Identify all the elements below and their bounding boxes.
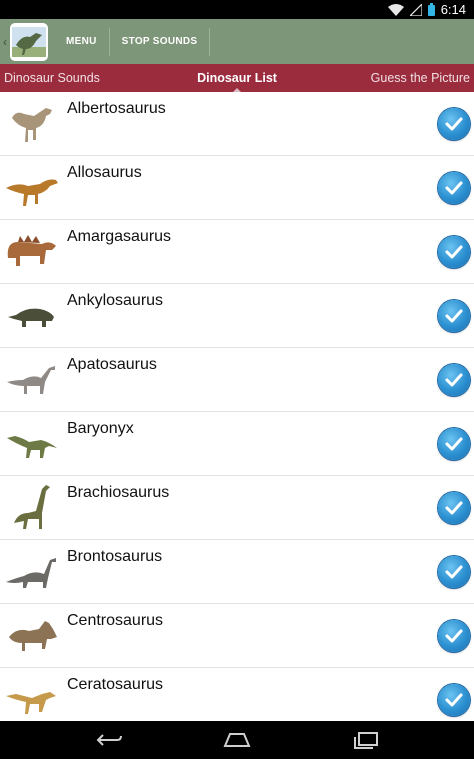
ankylosaurus-image — [4, 290, 60, 342]
ceratosaurus-image — [4, 674, 60, 721]
list-item[interactable]: Ceratosaurus — [0, 668, 474, 721]
list-item[interactable]: Amargasaurus — [0, 220, 474, 284]
dinosaur-name: Baryonyx — [67, 420, 134, 437]
dinosaur-name: Albertosaurus — [67, 100, 166, 117]
checkbox-checked-icon[interactable] — [438, 172, 470, 204]
checkbox-checked-icon[interactable] — [438, 300, 470, 332]
up-caret-icon[interactable]: ‹ — [0, 19, 10, 64]
battery-icon — [427, 3, 435, 16]
allosaurus-image — [4, 162, 60, 214]
list-item[interactable]: Baryonyx — [0, 412, 474, 476]
checkbox-checked-icon[interactable] — [438, 364, 470, 396]
app-icon[interactable] — [10, 22, 48, 61]
dinosaur-logo-icon — [12, 26, 46, 57]
apatosaurus-image — [4, 354, 60, 406]
dinosaur-name: Centrosaurus — [67, 612, 164, 629]
dinosaur-name: Allosaurus — [67, 164, 142, 181]
dinosaur-list: Albertosaurus Allosaurus Amargasaurus An… — [0, 92, 474, 721]
centrosaurus-image — [4, 610, 60, 662]
status-bar: 6:14 — [0, 0, 474, 19]
checkbox-checked-icon[interactable] — [438, 428, 470, 460]
back-icon[interactable] — [89, 727, 129, 753]
list-item[interactable]: Ankylosaurus — [0, 284, 474, 348]
albertosaurus-image — [4, 98, 60, 150]
baryonyx-image — [4, 418, 60, 470]
checkbox-checked-icon[interactable] — [438, 108, 470, 140]
tab-guess-the-picture[interactable]: Guess the Picture — [371, 71, 470, 85]
checkbox-checked-icon[interactable] — [438, 620, 470, 652]
list-item[interactable]: Albertosaurus — [0, 92, 474, 156]
list-item[interactable]: Brachiosaurus — [0, 476, 474, 540]
tab-dinosaur-sounds[interactable]: Dinosaur Sounds — [4, 71, 100, 85]
dinosaur-name: Brontosaurus — [67, 548, 163, 565]
action-bar: ‹ MENU STOP SOUNDS — [0, 19, 474, 64]
list-item[interactable]: Apatosaurus — [0, 348, 474, 412]
home-icon[interactable] — [217, 727, 257, 753]
dinosaur-name: Apatosaurus — [67, 356, 157, 373]
checkbox-checked-icon[interactable] — [438, 492, 470, 524]
amargasaurus-image — [4, 226, 60, 278]
list-item[interactable]: Allosaurus — [0, 156, 474, 220]
action-bar-divider — [209, 27, 211, 56]
list-item[interactable]: Centrosaurus — [0, 604, 474, 668]
recent-apps-icon[interactable] — [345, 727, 385, 753]
brachiosaurus-image — [4, 482, 60, 534]
brontosaurus-image — [4, 546, 60, 598]
signal-icon — [409, 3, 422, 16]
wifi-icon — [387, 3, 404, 16]
dinosaur-name: Brachiosaurus — [67, 484, 170, 501]
checkbox-checked-icon[interactable] — [438, 684, 470, 716]
dinosaur-name: Ceratosaurus — [67, 676, 164, 693]
status-time: 6:14 — [440, 2, 466, 17]
checkbox-checked-icon[interactable] — [438, 556, 470, 588]
menu-button[interactable]: MENU — [54, 19, 109, 64]
checkbox-checked-icon[interactable] — [438, 236, 470, 268]
dinosaur-name: Ankylosaurus — [67, 292, 164, 309]
dinosaur-name: Amargasaurus — [67, 228, 172, 245]
status-icons: 6:14 — [387, 2, 466, 17]
tab-strip: Dinosaur List Dinosaur Sounds Guess the … — [0, 64, 474, 92]
navigation-bar — [0, 721, 474, 759]
list-item[interactable]: Brontosaurus — [0, 540, 474, 604]
stop-sounds-button[interactable]: STOP SOUNDS — [110, 19, 210, 64]
